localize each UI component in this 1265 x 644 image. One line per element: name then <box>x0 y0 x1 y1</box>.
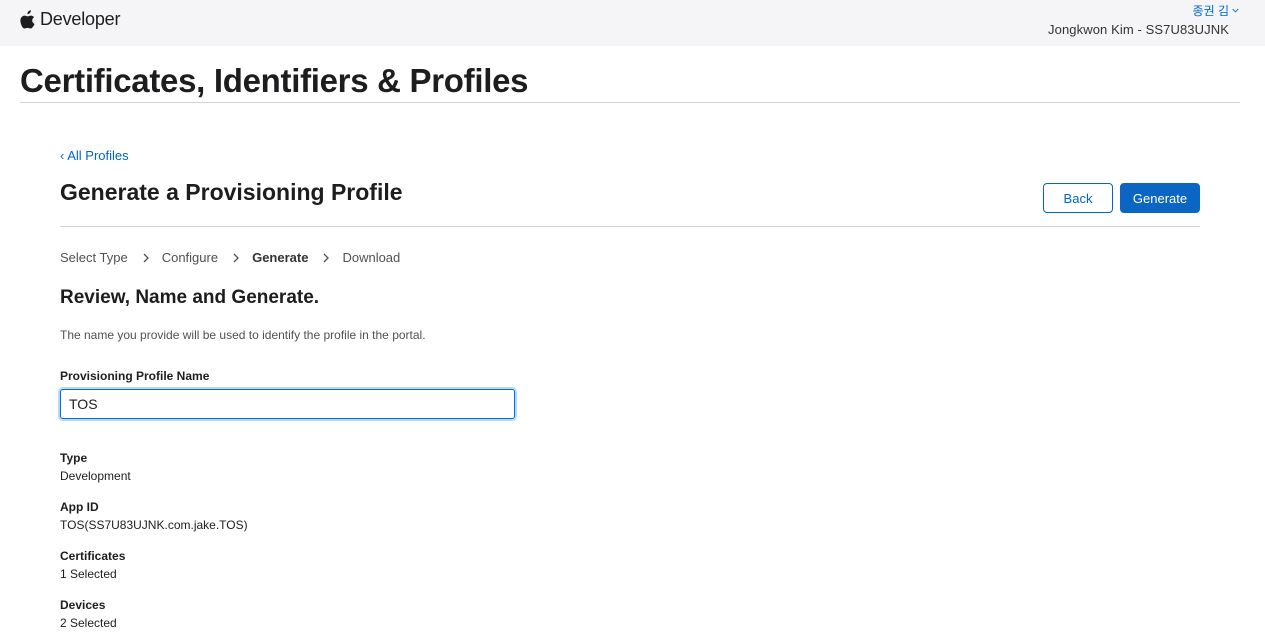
chevron-down-icon <box>1232 8 1239 13</box>
user-menu[interactable]: 종권 김 <box>1193 2 1239 19</box>
name-hint: The name you provide will be used to ide… <box>60 328 426 342</box>
profile-name-label: Provisioning Profile Name <box>60 369 210 383</box>
top-nav-bar: Developer 종권 김 Jongkwon Kim - SS7U83UJNK <box>0 0 1265 46</box>
detail-certificates: Certificates 1 Selected <box>60 548 125 583</box>
review-heading: Review, Name and Generate. <box>60 287 320 308</box>
team-identifier: Jongkwon Kim - SS7U83UJNK <box>1048 22 1229 37</box>
page-title: Certificates, Identifiers & Profiles <box>20 62 529 99</box>
chevron-right-icon <box>143 253 149 262</box>
detail-app-id: App ID TOS(SS7U83UJNK.com.jake.TOS) <box>60 499 248 534</box>
generate-button[interactable]: Generate <box>1120 183 1200 213</box>
brand-label: Developer <box>40 8 121 29</box>
detail-value: Development <box>60 469 131 483</box>
step-select-type: Select Type <box>60 250 128 265</box>
back-button[interactable]: Back <box>1043 183 1113 213</box>
detail-type: Type Development <box>60 450 131 485</box>
step-breadcrumb: Select Type Configure Generate Download <box>60 250 400 265</box>
section-divider <box>60 226 1200 227</box>
step-configure: Configure <box>161 250 219 265</box>
all-profiles-link[interactable]: ‹ All Profiles <box>60 148 129 163</box>
detail-label: Certificates <box>60 549 126 563</box>
step-download: Download <box>342 250 401 265</box>
detail-value: TOS(SS7U83UJNK.com.jake.TOS) <box>60 518 248 532</box>
step-generate: Generate <box>252 250 309 265</box>
detail-value: 1 Selected <box>60 567 117 581</box>
profile-name-input[interactable] <box>60 389 515 419</box>
chevron-right-icon <box>233 253 239 262</box>
detail-value: 2 Selected <box>60 616 117 630</box>
detail-label: Type <box>60 451 88 465</box>
user-name: 종권 김 <box>1192 4 1229 18</box>
title-divider <box>20 102 1240 103</box>
detail-devices: Devices 2 Selected <box>60 597 117 632</box>
apple-logo-icon <box>20 9 35 29</box>
detail-label: Devices <box>60 598 106 612</box>
chevron-right-icon <box>323 253 330 262</box>
section-title: Generate a Provisioning Profile <box>60 179 403 205</box>
detail-label: App ID <box>60 500 99 514</box>
developer-brand[interactable]: Developer <box>20 8 120 30</box>
